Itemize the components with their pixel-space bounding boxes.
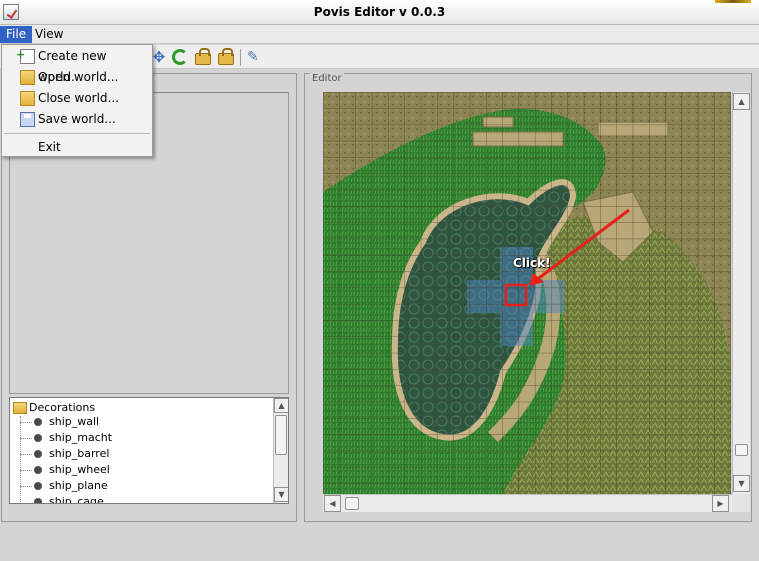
leaf-node-icon: [34, 450, 42, 458]
editor-vertical-scrollbar[interactable]: ▲ ▼: [732, 92, 750, 494]
tree-item-label: ship_wall: [49, 415, 100, 428]
tree-root-label: Decorations: [29, 401, 96, 414]
menu-item-label: Close world...: [38, 91, 119, 105]
scroll-down-icon[interactable]: ▼: [274, 487, 288, 502]
tile-map: [323, 92, 731, 494]
leaf-node-icon: [34, 498, 42, 503]
scroll-right-icon[interactable]: ▶: [712, 495, 729, 512]
menu-item-label: Save world...: [38, 112, 116, 126]
window-decoration: [715, 0, 751, 3]
tree-item-ship-wheel[interactable]: ship_wheel: [10, 462, 110, 478]
tree-item-ship-plane[interactable]: ship_plane: [10, 478, 108, 494]
leaf-node-icon: [34, 418, 42, 426]
tree-vertical-scrollbar[interactable]: ▲ ▼: [273, 398, 288, 503]
tree-item-ship-cage[interactable]: ship_cage: [10, 494, 104, 504]
title-bar: Povis Editor v 0.0.3: [0, 0, 759, 25]
tree-item-label: ship_barrel: [49, 447, 110, 460]
menu-file[interactable]: File: [0, 26, 33, 43]
scroll-thumb[interactable]: [735, 444, 748, 456]
tree-item-label: ship_cage: [49, 495, 104, 504]
scroll-down-icon[interactable]: ▼: [733, 475, 750, 492]
toolbar-separator: [240, 49, 241, 66]
click-annotation: Click!: [513, 256, 551, 270]
menu-item-create-world[interactable]: Create new world...: [2, 44, 152, 84]
refresh-icon[interactable]: [172, 49, 188, 65]
paint-icon[interactable]: ✎: [247, 49, 263, 65]
menu-separator: [4, 133, 150, 134]
leaf-node-icon: [34, 434, 42, 442]
new-file-icon: [16, 44, 35, 65]
tree-item-label: ship_macht: [49, 431, 113, 444]
decorations-tree[interactable]: Decorations ship_wall ship_macht ship_ba…: [9, 397, 289, 504]
scroll-thumb[interactable]: [275, 415, 287, 455]
folder-icon: [13, 402, 27, 414]
tree-item-ship-macht[interactable]: ship_macht: [10, 430, 112, 446]
tree-item-label: ship_plane: [49, 479, 108, 492]
open-folder-icon: [20, 70, 35, 85]
tree-item-ship-wall[interactable]: ship_wall: [10, 414, 99, 430]
window-title: Povis Editor v 0.0.3: [313, 5, 446, 19]
menu-item-open-world[interactable]: Open world...: [2, 67, 152, 88]
save-icon: [20, 112, 35, 127]
tree-item-label: ship_wheel: [49, 463, 110, 476]
scroll-up-icon[interactable]: ▲: [274, 398, 288, 413]
editor-horizontal-scrollbar[interactable]: ◀ ▶: [323, 494, 732, 512]
close-folder-icon: [20, 91, 35, 106]
menu-item-close-world[interactable]: Close world...: [2, 88, 152, 109]
tile-map-canvas[interactable]: [323, 92, 731, 494]
menu-item-save-world[interactable]: Save world...: [2, 109, 152, 130]
leaf-node-icon: [34, 482, 42, 490]
lock-icon[interactable]: [195, 48, 211, 65]
editor-legend: Editor: [310, 73, 344, 84]
unlock-icon[interactable]: [218, 48, 234, 65]
menu-bar: File View: [0, 25, 759, 44]
scroll-left-icon[interactable]: ◀: [324, 495, 341, 512]
scrollbar-corner: [732, 494, 750, 512]
scroll-up-icon[interactable]: ▲: [733, 93, 750, 110]
menu-item-exit[interactable]: Exit: [2, 137, 152, 158]
menu-view[interactable]: View: [29, 26, 69, 43]
leaf-node-icon: [34, 466, 42, 474]
file-menu-dropdown: Create new world... Open world... Close …: [1, 44, 153, 157]
tree-item-ship-barrel[interactable]: ship_barrel: [10, 446, 109, 462]
move-icon[interactable]: ✥: [151, 49, 167, 65]
scroll-thumb[interactable]: [345, 497, 359, 510]
menu-item-label: Open world...: [38, 70, 119, 84]
